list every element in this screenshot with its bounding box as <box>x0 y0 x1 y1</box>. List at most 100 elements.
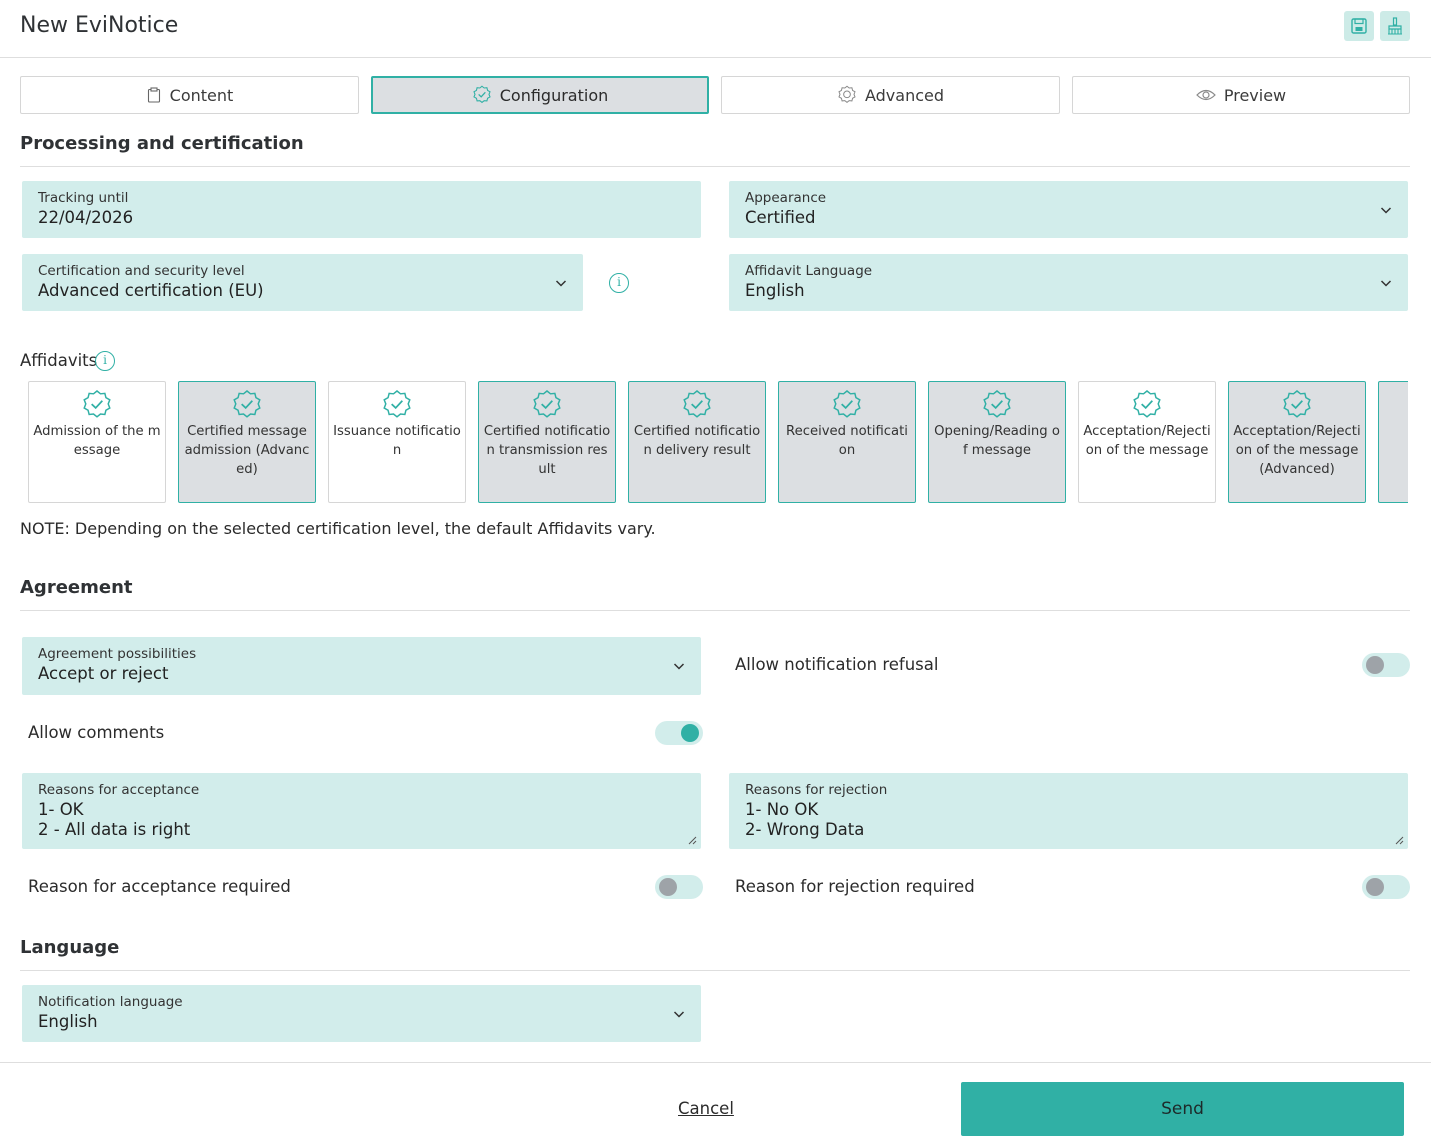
affidavit-card[interactable]: Acceptation/Rejection of the message (Ad… <box>1228 381 1366 503</box>
affidavit-card[interactable]: Admission of the message <box>28 381 166 503</box>
certification-level-label: Certification and security level <box>38 263 245 279</box>
allow-comments-toggle[interactable] <box>655 721 703 745</box>
certified-badge-icon <box>683 390 711 418</box>
reasons-acceptance-textarea[interactable]: Reasons for acceptance 1- OK 2 - All dat… <box>22 773 701 849</box>
tab-preview[interactable]: Preview <box>1072 76 1410 114</box>
chevron-down-icon <box>1380 206 1392 214</box>
divider <box>20 610 1410 611</box>
broom-icon <box>1388 17 1402 35</box>
send-button[interactable]: Send <box>961 1082 1404 1136</box>
chevron-down-icon <box>1380 279 1392 287</box>
affidavit-label: Admission of the message <box>33 424 161 458</box>
affidavit-label: Certified notification transmission resu… <box>483 424 611 477</box>
dialog-header: New EviNotice <box>0 0 1431 58</box>
appearance-select[interactable]: Appearance Certified <box>729 181 1408 238</box>
clipboard-icon <box>147 87 160 103</box>
agreement-possibilities-select[interactable]: Agreement possibilities Accept or reject <box>22 637 701 695</box>
certified-badge-icon <box>83 390 111 418</box>
certified-badge-icon <box>533 390 561 418</box>
tab-bar: Content Configuration Advanced Preview <box>20 76 1410 114</box>
tab-configuration[interactable]: Configuration <box>371 76 709 114</box>
tab-advanced[interactable]: Advanced <box>721 76 1060 114</box>
cancel-button[interactable]: Cancel <box>678 1099 734 1118</box>
agreement-possibilities-label: Agreement possibilities <box>38 646 197 662</box>
affidavits-label: Affidavits <box>20 351 98 370</box>
affidavit-label: Issuance notification <box>333 424 461 458</box>
resize-handle-icon[interactable] <box>1394 835 1404 845</box>
rejection-required-label: Reason for rejection required <box>735 877 975 896</box>
info-icon[interactable]: i <box>95 351 115 371</box>
affidavit-card[interactable]: Certified notification transmission resu… <box>478 381 616 503</box>
affidavit-card[interactable] <box>1378 381 1408 503</box>
chevron-down-icon <box>673 663 685 670</box>
affidavit-card[interactable]: Issuance notification <box>328 381 466 503</box>
certified-badge-icon <box>473 85 491 104</box>
affidavit-label: Certified notification delivery result <box>633 424 761 458</box>
certified-badge-icon <box>383 390 411 418</box>
resize-handle-icon[interactable] <box>687 835 697 845</box>
chevron-down-icon <box>673 1010 685 1018</box>
divider <box>20 970 1410 971</box>
tracking-until-field[interactable]: Tracking until 22/04/2026 <box>22 181 701 238</box>
reasons-rejection-label: Reasons for rejection <box>745 782 888 798</box>
acceptance-required-label: Reason for acceptance required <box>28 877 291 896</box>
allow-refusal-label: Allow notification refusal <box>735 655 939 674</box>
page-title: New EviNotice <box>20 13 179 38</box>
dialog-footer: Cancel Send <box>0 1062 1431 1146</box>
affidavit-card[interactable]: Received notification <box>778 381 916 503</box>
notification-language-select[interactable]: Notification language English <box>22 985 701 1042</box>
tab-configuration-label: Configuration <box>499 85 609 105</box>
toggle-knob <box>681 724 699 742</box>
clear-button[interactable] <box>1380 11 1410 41</box>
appearance-label: Appearance <box>745 190 827 206</box>
toggle-knob <box>1366 878 1384 896</box>
affidavit-card[interactable]: Certified message admission (Advanced) <box>178 381 316 503</box>
reasons-acceptance-label: Reasons for acceptance <box>38 782 200 798</box>
affidavit-language-select[interactable]: Affidavit Language English <box>729 254 1408 311</box>
tracking-until-value: 22/04/2026 <box>38 208 134 227</box>
tab-advanced-label: Advanced <box>864 85 945 105</box>
divider <box>20 166 1410 167</box>
eye-icon <box>1196 89 1216 101</box>
section-title-agreement: Agreement <box>20 577 133 598</box>
certified-badge-icon <box>233 390 261 418</box>
affidavit-card[interactable]: Certified notification delivery result <box>628 381 766 503</box>
affidavit-card[interactable]: Acceptation/Rejection of the message <box>1078 381 1216 503</box>
certified-badge-icon <box>1133 390 1161 418</box>
appearance-value: Certified <box>745 208 816 227</box>
section-title-processing: Processing and certification <box>20 133 304 154</box>
section-title-language: Language <box>20 937 120 958</box>
certification-level-value: Advanced certification (EU) <box>38 281 264 300</box>
notification-language-label: Notification language <box>38 994 183 1010</box>
acceptance-required-toggle[interactable] <box>655 875 703 899</box>
allow-comments-label: Allow comments <box>28 723 165 742</box>
certified-badge-icon <box>1283 390 1311 418</box>
toggle-knob <box>659 878 677 896</box>
toggle-knob <box>1366 656 1384 674</box>
reasons-rejection-textarea[interactable]: Reasons for rejection 1- No OK 2- Wrong … <box>729 773 1408 849</box>
tracking-until-label: Tracking until <box>38 190 129 206</box>
tab-preview-label: Preview <box>1223 85 1287 105</box>
reasons-acceptance-value: 1- OK 2 - All data is right <box>38 800 191 839</box>
agreement-possibilities-value: Accept or reject <box>38 664 169 683</box>
save-button[interactable] <box>1344 11 1374 41</box>
affidavit-label: Certified message admission (Advanced) <box>184 424 310 477</box>
certified-badge-icon <box>983 390 1011 418</box>
rejection-required-toggle[interactable] <box>1362 875 1410 899</box>
tab-content[interactable]: Content <box>20 76 359 114</box>
affidavit-language-value: English <box>745 281 805 300</box>
affidavits-note: NOTE: Depending on the selected certific… <box>20 519 656 538</box>
affidavit-label: Opening/Reading of message <box>934 424 1060 458</box>
save-icon <box>1351 18 1367 34</box>
allow-refusal-toggle[interactable] <box>1362 653 1410 677</box>
affidavit-card[interactable]: Opening/Reading of message <box>928 381 1066 503</box>
affidavit-label: Received notification <box>786 424 908 458</box>
gear-icon <box>838 85 856 104</box>
info-icon[interactable]: i <box>609 273 629 293</box>
affidavit-label: Acceptation/Rejection of the message <box>1083 424 1211 458</box>
affidavits-carousel: Admission of the message Certified messa… <box>28 381 1408 503</box>
affidavit-label: Acceptation/Rejection of the message (Ad… <box>1233 424 1361 477</box>
reasons-rejection-value: 1- No OK 2- Wrong Data <box>745 800 865 839</box>
chevron-down-icon <box>555 279 567 287</box>
certification-level-select[interactable]: Certification and security level Advance… <box>22 254 583 311</box>
